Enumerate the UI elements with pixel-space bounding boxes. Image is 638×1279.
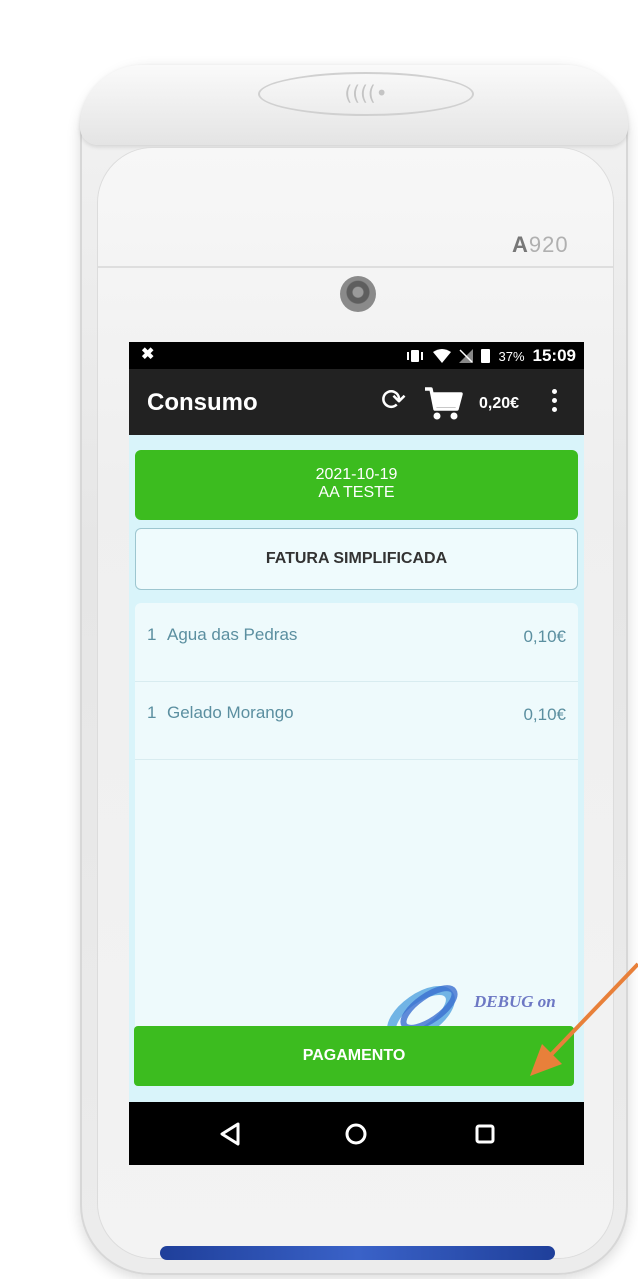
cart-icon[interactable] <box>423 383 463 423</box>
cart-total[interactable]: 0,20€ <box>479 395 519 413</box>
order-date: 2021-10-19 <box>315 466 398 483</box>
nav-bar <box>129 1102 584 1165</box>
item-name: Agua das Pedras <box>167 625 298 644</box>
notification-icon: ✖ <box>141 346 155 363</box>
app-bar: Consumo ⟳ 0,20€ <box>129 369 584 435</box>
client-name: AA TESTE <box>318 484 395 501</box>
home-icon[interactable] <box>338 1116 374 1152</box>
list-item[interactable]: 1 Gelado Morango 0,10€ <box>135 681 578 760</box>
sync-icon[interactable]: ⟳ <box>381 386 406 416</box>
vibrate-icon <box>407 350 424 362</box>
status-bar: ✖ 37% 15:09 <box>129 342 584 369</box>
battery-percent: 37% <box>498 348 525 364</box>
contactless-logo: ((((• <box>258 72 474 116</box>
order-header-card[interactable]: 2021-10-19 AA TESTE <box>135 450 578 520</box>
item-quantity: 1 <box>147 703 157 722</box>
item-price: 0,10€ <box>523 627 566 646</box>
recents-icon[interactable] <box>467 1116 503 1152</box>
wifi-icon <box>433 349 452 363</box>
payment-button[interactable]: PAGAMENTO <box>134 1026 574 1086</box>
camera-icon <box>340 276 376 312</box>
item-quantity: 1 <box>147 625 157 644</box>
document-type-button[interactable]: FATURA SIMPLIFICADA <box>135 528 578 590</box>
back-icon[interactable] <box>212 1116 248 1152</box>
more-vert-icon[interactable] <box>549 389 559 419</box>
item-name: Gelado Morango <box>167 703 294 722</box>
page-title: Consumo <box>147 389 258 416</box>
device-bottom-strip <box>160 1246 555 1260</box>
clock: 15:09 <box>532 346 576 365</box>
annotation-arrow <box>530 962 638 1076</box>
list-item[interactable]: 1 Agua das Pedras 0,10€ <box>135 603 578 682</box>
app-screen: ✖ 37% 15:09 Consumo ⟳ 0,20€ 2021-10-19 A… <box>129 342 584 1165</box>
items-list: 1 Agua das Pedras 0,10€ 1 Gelado Morango… <box>135 603 578 1033</box>
battery-icon <box>481 349 491 363</box>
device-divider <box>98 266 613 268</box>
model-label: A920 <box>512 232 569 257</box>
item-price: 0,10€ <box>523 705 566 724</box>
no-sim-icon <box>459 349 474 363</box>
status-icons: 37% 15:09 <box>405 346 576 366</box>
